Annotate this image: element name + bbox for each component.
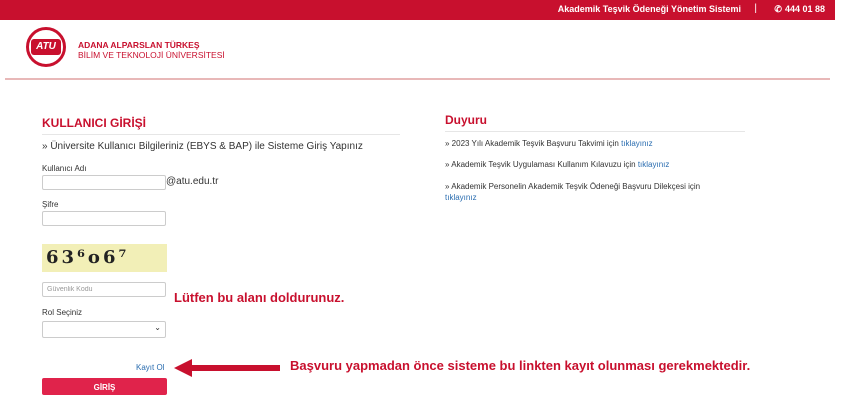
- domain-suffix: @atu.edu.tr: [166, 176, 219, 187]
- role-select[interactable]: ⌄: [42, 321, 166, 338]
- phone-icon: ✆: [774, 4, 782, 14]
- username-input[interactable]: [42, 175, 166, 190]
- topbar-separator: |: [754, 3, 757, 14]
- announcement-item: » 2023 Yılı Akademik Teşvik Başvuru Takv…: [445, 138, 653, 149]
- logo-line-2: BİLİM VE TEKNOLOJİ ÜNİVERSİTESİ: [78, 50, 225, 60]
- announcement-item: » Akademik Personelin Akademik Teşvik Öd…: [445, 181, 715, 203]
- phone-number: ✆ 444 01 88: [774, 4, 825, 15]
- logo-line-1: ADANA ALPARSLAN TÜRKEŞ: [78, 40, 200, 50]
- header-divider: [5, 78, 830, 80]
- logo-emblem: ATU: [26, 27, 66, 67]
- role-label: Rol Seçiniz: [42, 308, 83, 317]
- security-code-input[interactable]: [42, 282, 166, 297]
- chevron-down-icon: ⌄: [154, 323, 161, 332]
- announcements-title: Duyuru: [445, 113, 487, 127]
- password-input[interactable]: [42, 211, 166, 226]
- login-button[interactable]: GİRİŞ: [42, 378, 167, 395]
- captcha-text: 63⁶o6⁷: [46, 247, 130, 268]
- arrow-left-icon: [174, 359, 280, 377]
- logo-text: ADANA ALPARSLAN TÜRKEŞ BİLİM VE TEKNOLOJ…: [78, 40, 225, 60]
- announcement-item: » Akademik Teşvik Uygulaması Kullanım Kı…: [445, 159, 669, 170]
- logo-mark: ATU: [31, 39, 61, 55]
- system-name: Akademik Teşvik Ödeneği Yönetim Sistemi: [557, 4, 741, 14]
- phone-text: 444 01 88: [784, 4, 825, 14]
- captcha-image: 63⁶o6⁷: [42, 244, 167, 272]
- announcement-link[interactable]: tıklayınız: [621, 139, 653, 148]
- announcements-divider: [445, 131, 745, 132]
- register-note: Başvuru yapmadan önce sisteme bu linkten…: [290, 358, 751, 373]
- username-label: Kullanıcı Adı: [42, 164, 87, 173]
- announcement-text: » Akademik Teşvik Uygulaması Kullanım Kı…: [445, 160, 638, 169]
- top-bar: Akademik Teşvik Ödeneği Yönetim Sistemi …: [0, 0, 835, 20]
- announcement-link[interactable]: tıklayınız: [445, 193, 477, 202]
- login-subtitle: » Üniversite Kullanıcı Bilgileriniz (EBY…: [42, 141, 363, 152]
- announcement-link[interactable]: tıklayınız: [638, 160, 670, 169]
- password-label: Şifre: [42, 200, 59, 209]
- announcement-text: » Akademik Personelin Akademik Teşvik Öd…: [445, 182, 701, 191]
- login-title: KULLANICI GİRİŞİ: [42, 116, 146, 130]
- register-link[interactable]: Kayıt Ol: [136, 363, 164, 372]
- login-title-divider: [42, 134, 400, 135]
- announcement-text: » 2023 Yılı Akademik Teşvik Başvuru Takv…: [445, 139, 622, 148]
- required-field-warning: Lütfen bu alanı doldurunuz.: [174, 290, 345, 305]
